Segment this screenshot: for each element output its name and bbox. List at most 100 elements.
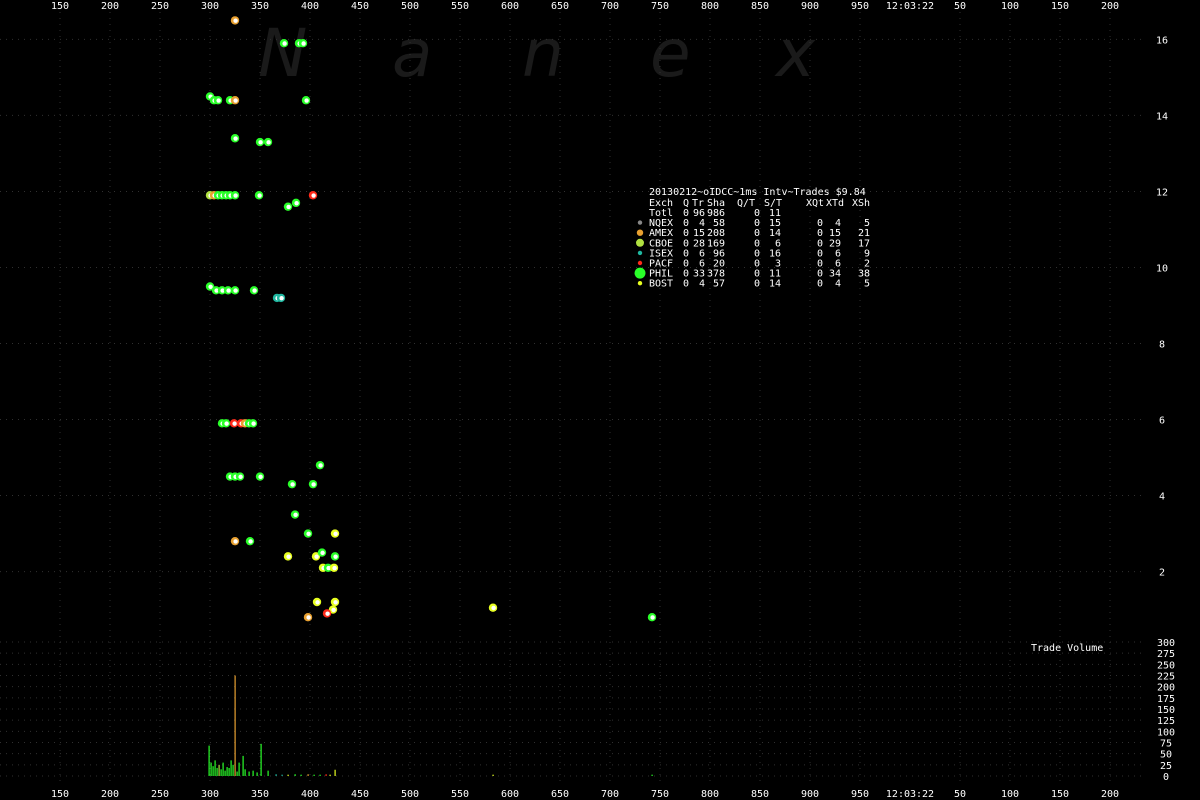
x-tick-label: 200 xyxy=(1101,1,1119,12)
volume-bar xyxy=(208,745,210,776)
x-tick-label: 100 xyxy=(1001,1,1019,12)
trade-marker xyxy=(291,198,301,208)
x-tick-label: 750 xyxy=(651,789,669,800)
volume-bar xyxy=(252,770,254,776)
x-tick-label: 900 xyxy=(801,1,819,12)
legend-row: BOST 0 4 57 0 14 0 4 5 xyxy=(637,279,870,290)
volume-bar xyxy=(220,769,222,776)
trade-marker xyxy=(235,472,245,481)
trade-marker xyxy=(276,293,286,303)
volume-bar xyxy=(244,769,246,776)
volume-bar xyxy=(232,764,234,776)
volume-bar xyxy=(212,766,214,776)
trade-marker xyxy=(245,536,255,546)
x-tick-label: 650 xyxy=(551,1,569,12)
trade-marker xyxy=(322,609,332,618)
trade-marker xyxy=(301,96,311,105)
legend-cell: 57 xyxy=(713,279,725,290)
volume-title: Trade Volume xyxy=(1031,643,1103,654)
x-tick-label: 150 xyxy=(1051,1,1069,12)
trade-marker xyxy=(647,612,657,622)
trade-marker xyxy=(263,137,273,147)
trade-marker xyxy=(249,286,259,295)
watermark-letter: n xyxy=(522,15,564,92)
volume-tick-label: 25 xyxy=(1160,761,1172,772)
volume-bar xyxy=(313,774,315,776)
trade-marker xyxy=(330,529,340,538)
volume-tick-label: 75 xyxy=(1160,739,1172,750)
legend-cell: 0 xyxy=(683,279,689,290)
volume-tick-label: 275 xyxy=(1157,649,1175,660)
legend-swatch xyxy=(636,229,644,236)
volume-bar xyxy=(334,769,336,776)
trade-marker xyxy=(230,191,240,200)
trade-marker xyxy=(312,597,322,607)
legend-cell: 14 xyxy=(769,279,781,290)
x-tick-label: 900 xyxy=(801,789,819,800)
volume-bar xyxy=(651,774,653,776)
volume-tick-label: 175 xyxy=(1157,694,1175,705)
x-tick-label: 300 xyxy=(201,789,219,800)
y-tick-label: 12 xyxy=(1156,187,1168,198)
legend-cell: 4 xyxy=(699,279,705,290)
x-tick-label: 400 xyxy=(301,789,319,800)
legend-swatch xyxy=(637,260,643,266)
volume-tick-label: 250 xyxy=(1157,660,1175,671)
watermark-letter: a xyxy=(392,15,432,92)
volume-bar xyxy=(222,762,224,776)
trade-marker xyxy=(283,552,293,561)
trade-marker xyxy=(317,548,327,557)
x-tick-label: 50 xyxy=(954,1,966,12)
y-tick-label: 4 xyxy=(1159,492,1165,503)
volume-bar xyxy=(319,774,321,776)
x-tick-label: 600 xyxy=(501,789,519,800)
legend-exchange-name: BOST xyxy=(649,279,673,290)
y-tick-label: 16 xyxy=(1156,35,1168,46)
trade-marker xyxy=(230,96,240,105)
time-label-top: 12:03:22 xyxy=(886,1,934,12)
legend-header-cell: XTd xyxy=(826,198,844,209)
x-tick-label: 200 xyxy=(101,789,119,800)
volume-bar xyxy=(256,772,258,776)
legend-swatch xyxy=(636,238,644,247)
trade-marker xyxy=(308,191,318,200)
legend-cell: 0 xyxy=(817,279,823,290)
trade-marker xyxy=(315,460,325,470)
watermark-letter: e xyxy=(650,15,691,92)
trade-marker xyxy=(254,191,264,200)
legend-cell: 5 xyxy=(864,279,870,290)
x-tick-label: 750 xyxy=(651,1,669,12)
x-tick-label: 650 xyxy=(551,789,569,800)
volume-bar xyxy=(307,774,309,776)
volume-tick-label: 0 xyxy=(1163,772,1169,783)
legend-swatch xyxy=(634,267,646,279)
trade-marker xyxy=(283,202,293,211)
x-tick-label: 450 xyxy=(351,1,369,12)
time-label-bottom: 12:03:22 xyxy=(886,789,934,800)
volume-bar xyxy=(267,770,269,776)
y-tick-label: 10 xyxy=(1156,263,1168,274)
x-tick-label: 450 xyxy=(351,789,369,800)
volume-tick-label: 225 xyxy=(1157,672,1175,683)
trade-marker xyxy=(330,552,340,561)
volume-bar xyxy=(329,774,331,776)
volume-tick-label: 100 xyxy=(1157,727,1175,738)
trade-marker xyxy=(255,137,265,147)
volume-bar xyxy=(210,762,212,776)
x-tick-label: 200 xyxy=(1101,789,1119,800)
x-tick-label: 850 xyxy=(751,1,769,12)
y-tick-label: 8 xyxy=(1159,340,1165,351)
x-tick-label: 350 xyxy=(251,1,269,12)
x-tick-label: 350 xyxy=(251,789,269,800)
trade-marker xyxy=(279,39,289,48)
legend-title: 20130212~oIDCC~1ms Intv~Trades $9.84 xyxy=(649,187,866,198)
x-tick-label: 700 xyxy=(601,789,619,800)
legend-header-cell: XQt xyxy=(806,198,824,209)
y-tick-label: 2 xyxy=(1159,568,1165,579)
volume-bar xyxy=(492,774,494,776)
volume-tick-label: 300 xyxy=(1157,638,1175,649)
x-tick-label: 850 xyxy=(751,789,769,800)
volume-bar xyxy=(300,774,302,776)
trade-marker xyxy=(329,563,339,572)
legend-cell: 0 xyxy=(754,279,760,290)
